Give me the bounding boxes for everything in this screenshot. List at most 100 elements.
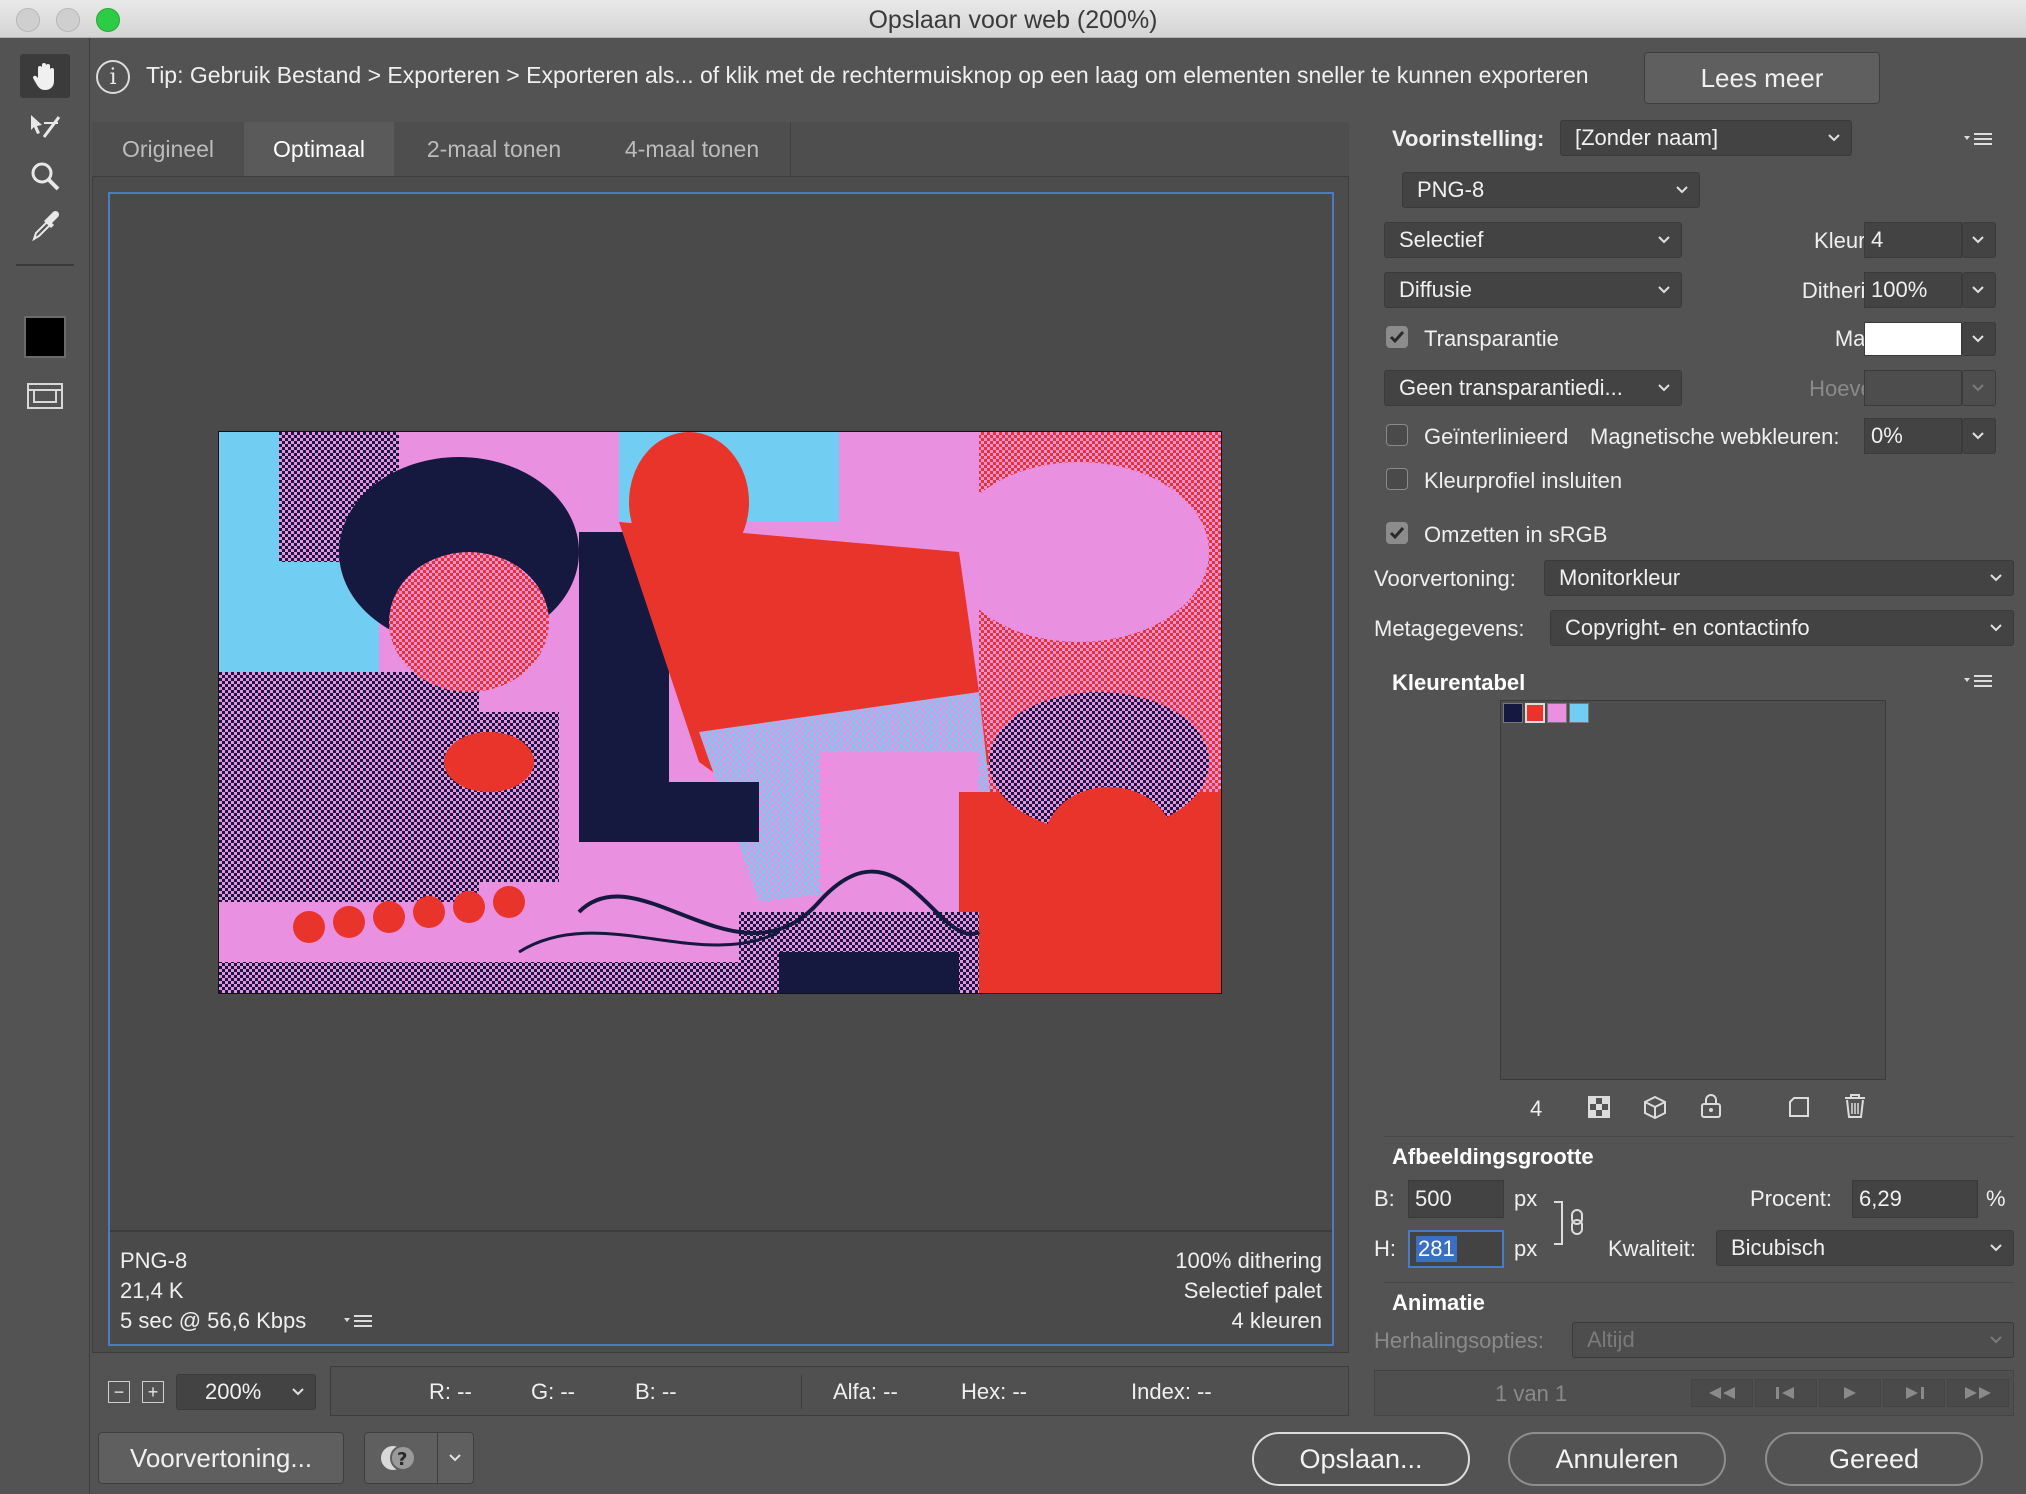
zoom-out-button[interactable]: − <box>108 1381 130 1403</box>
web-shift-button[interactable] <box>1642 1094 1668 1120</box>
zoom-level-value: 200% <box>205 1379 262 1404</box>
tab-optimized[interactable]: Optimaal <box>244 122 395 176</box>
chevron-down-icon <box>1990 1336 2002 1344</box>
height-value: 281 <box>1416 1236 1457 1262</box>
map-transparency-button[interactable] <box>1586 1094 1612 1120</box>
tab-2-up[interactable]: 2-maal tonen <box>394 122 595 176</box>
blue-value: B: -- <box>635 1379 677 1404</box>
interlaced-label: Geïnterlinieerd <box>1424 424 1569 449</box>
color-swatch-4[interactable] <box>1569 703 1589 723</box>
width-label: B: <box>1374 1186 1395 1211</box>
constrain-proportions-toggle[interactable] <box>1552 1200 1592 1246</box>
slice-select-tool[interactable] <box>20 104 70 148</box>
web-snap-dropdown[interactable] <box>1962 418 1996 454</box>
preview-color-label: Voorvertoning: <box>1374 566 1516 591</box>
color-reduction-value: Selectief <box>1399 227 1484 252</box>
chevron-down-icon <box>1828 134 1840 142</box>
quality-select[interactable]: Bicubisch <box>1716 1230 2014 1266</box>
chevron-down-icon <box>1972 432 1984 440</box>
delete-color-button[interactable] <box>1842 1092 1868 1120</box>
chevron-down-icon <box>1658 236 1670 244</box>
first-frame-icon <box>1709 1387 1735 1399</box>
save-button[interactable]: Opslaan... <box>1252 1432 1470 1486</box>
section-divider <box>1384 1282 2014 1283</box>
eyedropper-color-swatch[interactable] <box>24 316 66 358</box>
next-frame-icon <box>1906 1387 1924 1399</box>
chevron-down-icon <box>1972 335 1984 343</box>
magnifier-icon <box>31 162 60 191</box>
convert-srgb-checkbox[interactable] <box>1386 522 1408 544</box>
colors-input[interactable]: 4 <box>1864 222 1962 258</box>
slices-visibility-icon <box>27 383 63 409</box>
percent-label: Procent: <box>1750 1186 1832 1211</box>
toggle-slice-visibility[interactable] <box>20 374 70 418</box>
transparency-checkbox[interactable] <box>1386 326 1408 348</box>
preset-label: Voorinstelling: <box>1392 126 1545 151</box>
browser-preview-menu[interactable]: ? <box>364 1432 474 1484</box>
dither-algorithm-select[interactable]: Diffusie <box>1384 272 1682 308</box>
tab-4-up[interactable]: 4-maal tonen <box>594 122 791 176</box>
matte-dropdown[interactable] <box>1962 322 1996 356</box>
previous-frame-icon <box>1776 1387 1794 1399</box>
height-input[interactable]: 281 <box>1408 1230 1504 1268</box>
color-swatch-2[interactable] <box>1525 703 1545 723</box>
play-button <box>1819 1379 1881 1407</box>
color-swatch-3[interactable] <box>1547 703 1567 723</box>
color-table-menu-icon[interactable] <box>1962 670 1996 694</box>
lock-color-button[interactable] <box>1698 1092 1724 1120</box>
swatch-fill <box>1525 703 1545 723</box>
play-icon <box>1844 1387 1856 1399</box>
percent-input[interactable]: 6,29 <box>1852 1180 1978 1218</box>
tool-divider <box>16 264 74 266</box>
dither-amount-dropdown[interactable] <box>1962 272 1996 308</box>
convert-srgb-label: Omzetten in sRGB <box>1424 522 1608 547</box>
amount-dropdown <box>1962 370 1996 406</box>
color-table-title: Kleurentabel <box>1392 670 1526 695</box>
loop-options-label: Herhalingsopties: <box>1374 1328 1544 1353</box>
preview-color-select[interactable]: Monitorkleur <box>1544 560 2014 596</box>
chevron-down-icon <box>448 1454 461 1462</box>
tool-strip <box>0 38 90 1494</box>
hand-icon <box>32 63 54 90</box>
width-input[interactable]: 500 <box>1408 1180 1504 1218</box>
dither-amount-input[interactable]: 100% <box>1864 272 1962 308</box>
read-more-button[interactable]: Lees meer <box>1644 52 1880 104</box>
pixel-info-bar: R: -- G: -- B: -- Alfa: -- Hex: -- Index… <box>330 1366 1349 1416</box>
zoom-in-button[interactable]: + <box>142 1381 164 1403</box>
preview-in-browser-button[interactable]: Voorvertoning... <box>98 1432 344 1484</box>
download-speed-menu-icon[interactable] <box>342 1310 374 1332</box>
new-color-button[interactable] <box>1786 1094 1812 1120</box>
optimize-menu-icon[interactable] <box>1962 128 1996 152</box>
hand-tool[interactable] <box>20 54 70 98</box>
image-size-title: Afbeeldingsgrootte <box>1392 1144 1594 1169</box>
tab-original[interactable]: Origineel <box>92 122 245 176</box>
color-swatch-1[interactable] <box>1503 703 1523 723</box>
zoom-tool[interactable] <box>20 154 70 198</box>
trash-icon <box>1845 1094 1865 1118</box>
preset-select[interactable]: [Zonder naam] <box>1560 120 1852 156</box>
preview-colors: 4 kleuren <box>1231 1308 1322 1333</box>
metadata-select[interactable]: Copyright- en contactinfo <box>1550 610 2014 646</box>
hex-value: Hex: -- <box>961 1379 1027 1404</box>
lock-icon <box>1701 1094 1721 1118</box>
swatch-fill <box>1569 703 1589 723</box>
zoom-level-select[interactable]: 200% <box>176 1374 316 1410</box>
web-snap-input[interactable]: 0% <box>1864 418 1962 454</box>
globe-help-icon: ? <box>380 1445 416 1471</box>
eyedropper-tool[interactable] <box>20 204 70 248</box>
preview-dithering: 100% dithering <box>1175 1248 1322 1273</box>
dither-algorithm-value: Diffusie <box>1399 277 1472 302</box>
checkerboard-icon <box>1588 1096 1610 1118</box>
matte-color-swatch[interactable] <box>1864 322 1962 356</box>
preview-file-size: 21,4 K <box>120 1278 184 1303</box>
width-unit: px <box>1514 1186 1538 1211</box>
chevron-down-icon <box>1990 1244 2002 1252</box>
file-format-select[interactable]: PNG-8 <box>1402 172 1700 208</box>
color-reduction-select[interactable]: Selectief <box>1384 222 1682 258</box>
interlaced-checkbox[interactable] <box>1386 424 1408 446</box>
transparency-dither-select[interactable]: Geen transparantiedi... <box>1384 370 1682 406</box>
colors-dropdown[interactable] <box>1962 222 1996 258</box>
embed-profile-checkbox[interactable] <box>1386 468 1408 490</box>
done-button[interactable]: Gereed <box>1765 1432 1983 1486</box>
cancel-button[interactable]: Annuleren <box>1508 1432 1726 1486</box>
